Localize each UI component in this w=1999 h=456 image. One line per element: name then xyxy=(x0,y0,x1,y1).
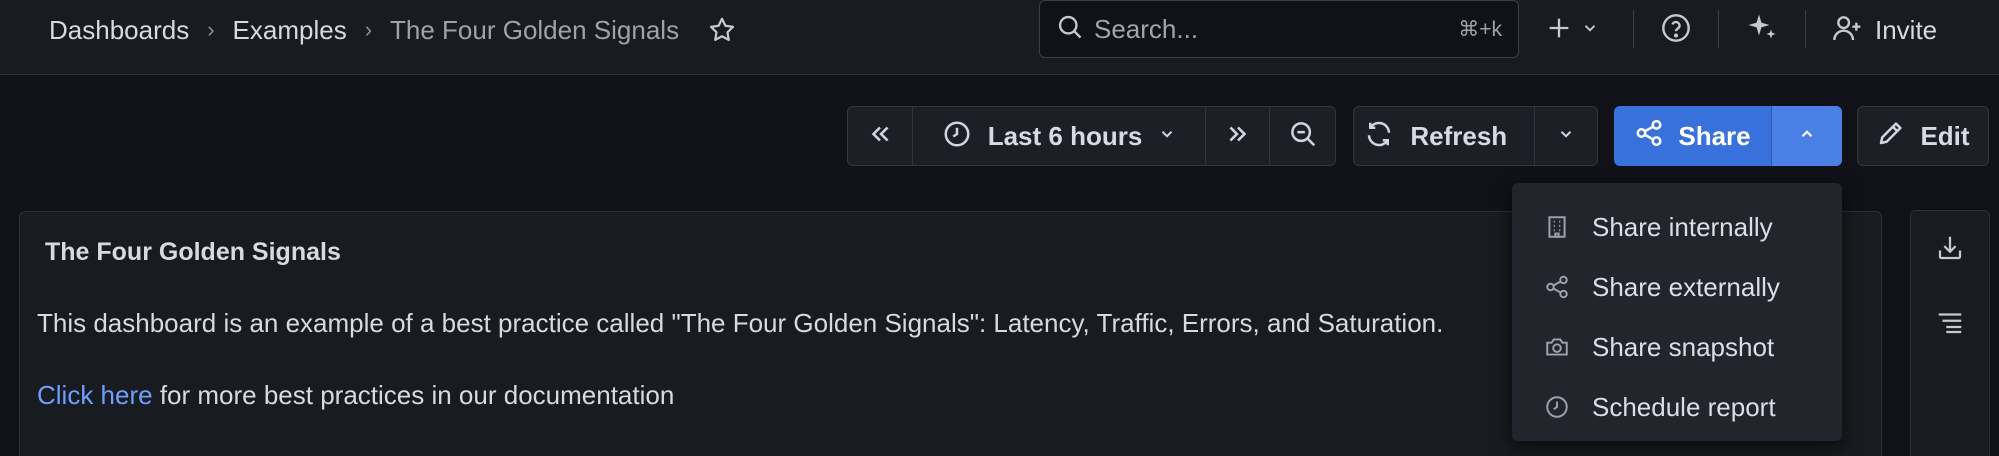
new-menu-button[interactable] xyxy=(1545,0,1599,60)
refresh-label: Refresh xyxy=(1410,120,1508,151)
dashboard-side-rail xyxy=(1910,210,1990,456)
menu-item-schedule-report[interactable]: Schedule report xyxy=(1512,377,1842,437)
share-button[interactable]: Share xyxy=(1614,106,1772,166)
refresh-interval-dropdown[interactable] xyxy=(1535,107,1597,165)
share-menu-toggle[interactable] xyxy=(1772,106,1842,166)
panel-title: The Four Golden Signals xyxy=(45,238,341,266)
panel-description: This dashboard is an example of a best p… xyxy=(37,308,1444,338)
refresh-icon xyxy=(1364,119,1394,154)
breadcrumb-current: The Four Golden Signals xyxy=(390,14,680,45)
camera-icon xyxy=(1544,334,1570,360)
search-placeholder: Search... xyxy=(1094,13,1199,44)
edit-button[interactable]: Edit xyxy=(1857,106,1989,166)
zoom-out-icon xyxy=(1288,119,1318,154)
star-icon[interactable] xyxy=(707,15,737,45)
time-back-button[interactable] xyxy=(848,107,913,165)
toolbar-divider xyxy=(1718,10,1719,48)
toolbar-divider xyxy=(1805,10,1806,48)
share-label: Share xyxy=(1678,120,1751,151)
help-icon xyxy=(1660,12,1692,49)
breadcrumb: Dashboards › Examples › The Four Golden … xyxy=(49,0,737,60)
refresh-button[interactable]: Refresh xyxy=(1354,107,1535,165)
refresh-controls: Refresh xyxy=(1353,106,1598,166)
search-input[interactable]: Search... ⌘+k xyxy=(1039,0,1519,58)
time-forward-button[interactable] xyxy=(1206,107,1270,165)
clock-icon xyxy=(942,119,972,154)
share-menu: Share internally Share externally Share … xyxy=(1512,183,1842,441)
menu-item-share-internally[interactable]: Share internally xyxy=(1512,197,1842,257)
share-nodes-icon xyxy=(1544,274,1570,300)
breadcrumb-separator: › xyxy=(364,17,373,42)
chevron-up-icon xyxy=(1798,125,1816,148)
breadcrumb-separator: › xyxy=(207,17,215,42)
top-bar: Dashboards › Examples › The Four Golden … xyxy=(0,0,1999,75)
docs-link-suffix: for more best practices in our documenta… xyxy=(152,380,675,410)
sparkle-icon xyxy=(1744,10,1780,51)
outline-list-icon[interactable] xyxy=(1935,307,1965,337)
invite-label: Invite xyxy=(1875,14,1938,45)
toolbar-divider xyxy=(1633,10,1634,48)
share-nodes-icon xyxy=(1634,118,1664,155)
assistant-button[interactable] xyxy=(1744,0,1780,60)
breadcrumb-examples[interactable]: Examples xyxy=(233,15,347,46)
breadcrumb-dashboards[interactable]: Dashboards xyxy=(49,15,189,46)
chevrons-left-icon xyxy=(867,121,893,152)
chevron-down-icon xyxy=(1158,125,1176,148)
search-icon xyxy=(1056,13,1084,46)
menu-item-label: Share snapshot xyxy=(1592,331,1775,362)
clock-icon xyxy=(1544,394,1570,420)
time-range-label: Last 6 hours xyxy=(987,120,1143,151)
pencil-icon xyxy=(1876,118,1906,155)
time-range-picker[interactable]: Last 6 hours xyxy=(913,107,1206,165)
chevron-down-icon xyxy=(1581,19,1599,42)
building-icon xyxy=(1544,214,1570,240)
panel-link-line: Click here for more best practices in ou… xyxy=(37,380,674,411)
menu-item-label: Share internally xyxy=(1592,211,1773,242)
chevron-down-icon xyxy=(1557,125,1575,148)
menu-item-label: Share externally xyxy=(1592,271,1780,302)
docs-link[interactable]: Click here xyxy=(37,380,153,410)
edit-label: Edit xyxy=(1920,120,1970,151)
share-button-group: Share xyxy=(1614,106,1842,166)
menu-item-label: Schedule report xyxy=(1592,391,1776,422)
menu-item-share-externally[interactable]: Share externally xyxy=(1512,257,1842,317)
invite-button[interactable]: Invite xyxy=(1831,0,1937,60)
help-button[interactable] xyxy=(1660,0,1692,60)
search-shortcut: ⌘+k xyxy=(1458,17,1502,41)
download-icon[interactable] xyxy=(1935,233,1965,263)
menu-item-share-snapshot[interactable]: Share snapshot xyxy=(1512,317,1842,377)
user-plus-icon xyxy=(1831,12,1863,49)
time-controls: Last 6 hours xyxy=(847,106,1336,166)
plus-icon xyxy=(1545,14,1573,47)
zoom-out-button[interactable] xyxy=(1270,107,1335,165)
chevrons-right-icon xyxy=(1225,121,1251,152)
